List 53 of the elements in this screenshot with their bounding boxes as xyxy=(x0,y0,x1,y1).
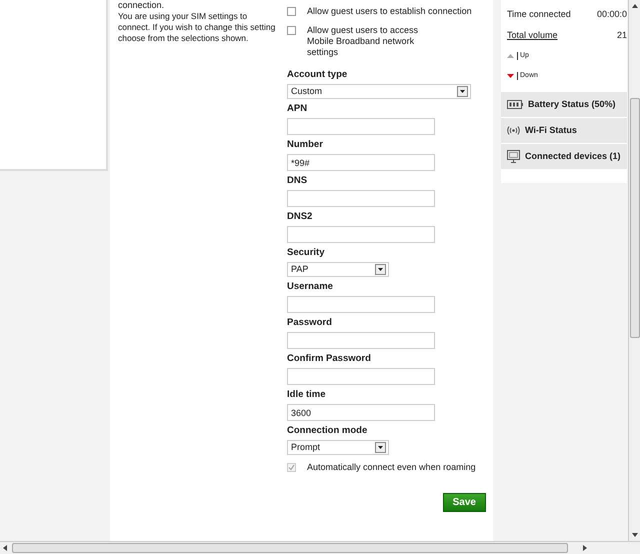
dropdown[interactable]: Custom xyxy=(287,84,471,99)
checkbox[interactable] xyxy=(287,7,296,16)
text-field[interactable] xyxy=(287,368,435,385)
accordion-item[interactable]: Connected devices (1) xyxy=(501,144,627,169)
field-label: APN xyxy=(287,103,308,115)
wireless-signal-icon xyxy=(507,125,520,136)
dropdown[interactable]: PAP xyxy=(287,262,389,277)
scrollbar-thumb[interactable] xyxy=(630,98,640,338)
dropdown-caret-icon xyxy=(375,264,386,275)
field-label: Idle time xyxy=(287,389,327,401)
scroll-left-icon[interactable] xyxy=(3,545,7,551)
vertical-scrollbar[interactable] xyxy=(628,0,640,541)
battery-icon xyxy=(507,100,523,109)
field-label: Connection mode xyxy=(287,425,368,437)
down-arrow-icon xyxy=(507,74,514,78)
checkbox[interactable] xyxy=(287,26,296,35)
save-button[interactable]: Save xyxy=(442,493,486,512)
intro-text: connection. xyxy=(118,0,166,10)
horizontal-scrollbar[interactable] xyxy=(0,541,640,554)
field-label: Username xyxy=(287,281,334,293)
field-label: DNS2 xyxy=(287,211,314,223)
text-field[interactable] xyxy=(287,118,435,135)
text-field[interactable] xyxy=(287,332,435,349)
text-field[interactable]: 3600 xyxy=(287,404,435,421)
scroll-right-icon[interactable] xyxy=(583,545,587,551)
dropdown-caret-icon xyxy=(375,442,386,453)
field-label: Confirm Password xyxy=(287,353,372,365)
scroll-up-icon[interactable] xyxy=(632,4,638,8)
text-field[interactable] xyxy=(287,296,435,313)
field-label: Account type xyxy=(287,69,348,81)
dropdown-caret-icon xyxy=(457,86,468,97)
text-field[interactable] xyxy=(287,190,435,207)
field-label: Password xyxy=(287,317,333,329)
scroll-down-icon[interactable] xyxy=(632,533,638,537)
dropdown[interactable]: Prompt xyxy=(287,440,389,455)
stat-link[interactable]: Total volume xyxy=(507,29,558,42)
intro-text: You are using your SIM settings to connect. If you wish to change this setting choose from the selections shown. xyxy=(118,11,276,44)
field-label: Number xyxy=(287,139,324,151)
accordion-item[interactable]: Wi-Fi Status xyxy=(501,118,627,143)
text-field[interactable] xyxy=(287,226,435,243)
monitor-icon xyxy=(507,150,520,163)
stat-value: 21 xyxy=(616,29,627,42)
checkbox-label: Allow guest users to access Mobile Broadband network settings xyxy=(307,25,420,58)
field-label: DNS xyxy=(287,175,308,187)
up-arrow-icon xyxy=(507,54,514,58)
scrollbar-thumb[interactable] xyxy=(12,543,568,553)
text-field[interactable]: *99# xyxy=(287,154,435,171)
field-label: Security xyxy=(287,247,326,259)
accordion-item[interactable]: Battery Status (50%) xyxy=(501,92,627,117)
checkbox-label: Allow guest users to establish connection xyxy=(307,6,472,17)
checkbox-label: Automatically connect even when roaming xyxy=(307,462,476,473)
stat-label: Time connected xyxy=(507,8,571,21)
stat-value: 00:00:0 xyxy=(596,8,627,21)
